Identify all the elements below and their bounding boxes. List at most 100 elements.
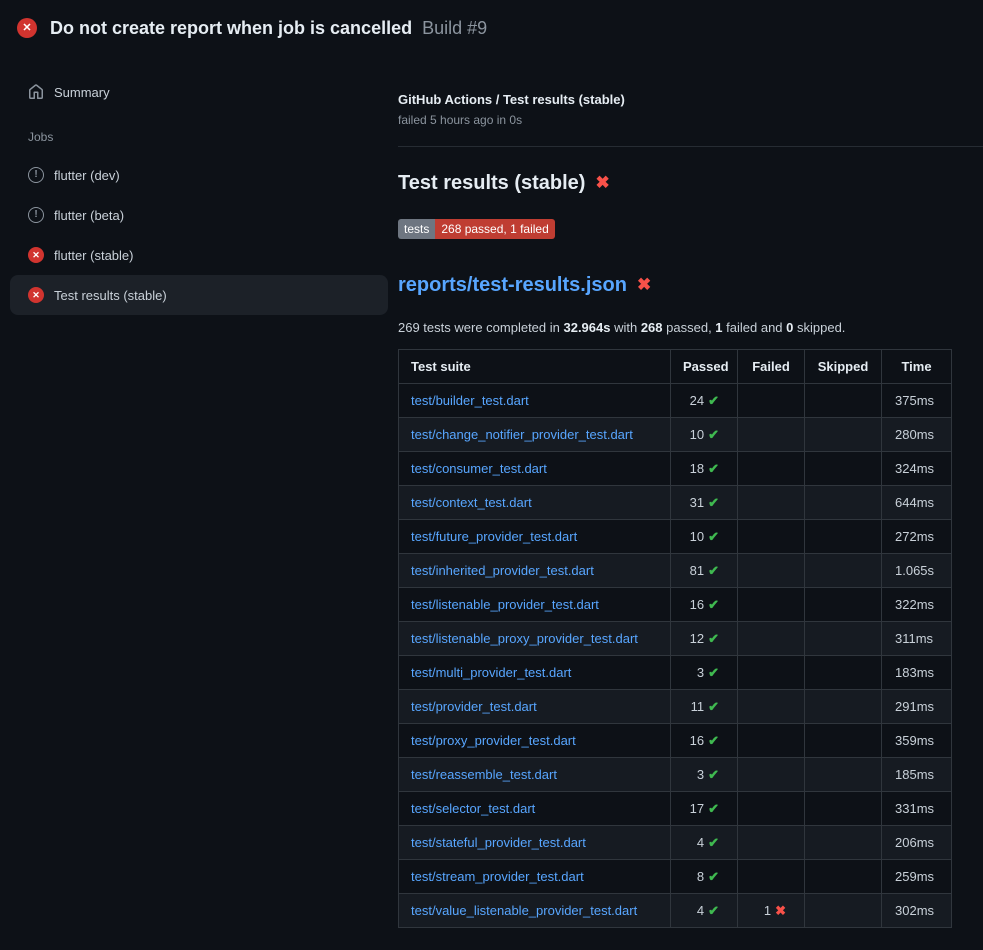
time-cell: 291ms [882, 690, 952, 724]
check-icon: ✔ [708, 461, 719, 476]
x-circle-icon: ✕ [17, 18, 37, 38]
table-row: test/listenable_proxy_provider_test.dart… [399, 622, 952, 656]
report-title: reports/test-results.json ✖ [398, 271, 983, 299]
skipped-cell [805, 792, 882, 826]
test-results-table: Test suite Passed Failed Skipped Time te… [398, 349, 952, 928]
suite-cell: test/context_test.dart [399, 486, 671, 520]
table-row: test/future_provider_test.dart10✔272ms [399, 520, 952, 554]
test-suite-link[interactable]: test/stateful_provider_test.dart [411, 835, 586, 850]
check-icon: ✔ [708, 529, 719, 544]
passed-cell: 10✔ [671, 418, 738, 452]
report-file-link[interactable]: reports/test-results.json [398, 271, 627, 299]
check-icon: ✔ [708, 835, 719, 850]
passed-cell: 4✔ [671, 826, 738, 860]
home-icon [28, 84, 44, 100]
suite-cell: test/listenable_provider_test.dart [399, 588, 671, 622]
sidebar-item-test-results-stable[interactable]: ✕ Test results (stable) [10, 275, 388, 315]
test-suite-link[interactable]: test/proxy_provider_test.dart [411, 733, 576, 748]
test-suite-link[interactable]: test/value_listenable_provider_test.dart [411, 903, 637, 918]
test-suite-link[interactable]: test/consumer_test.dart [411, 461, 547, 476]
skipped-cell [805, 622, 882, 656]
time-cell: 644ms [882, 486, 952, 520]
table-row: test/change_notifier_provider_test.dart 1… [399, 418, 952, 452]
summary-passed-count: 268 [641, 320, 663, 335]
skipped-cell [805, 554, 882, 588]
table-row: test/proxy_provider_test.dart16✔359ms [399, 724, 952, 758]
x-icon: ✖ [637, 271, 651, 299]
failed-cell [738, 826, 805, 860]
suite-cell: test/builder_test.dart [399, 384, 671, 418]
check-icon: ✔ [708, 495, 719, 510]
skipped-cell [805, 656, 882, 690]
sidebar-item-label: flutter (stable) [54, 248, 133, 263]
sidebar-item-flutter-stable[interactable]: ✕ flutter (stable) [10, 235, 388, 275]
test-suite-link[interactable]: test/builder_test.dart [411, 393, 529, 408]
skipped-cell [805, 860, 882, 894]
time-cell: 280ms [882, 418, 952, 452]
table-row: test/builder_test.dart24✔375ms [399, 384, 952, 418]
test-suite-link[interactable]: test/context_test.dart [411, 495, 532, 510]
suite-cell: test/future_provider_test.dart [399, 520, 671, 554]
run-meta: failed 5 hours ago in 0s [398, 113, 983, 128]
failed-cell [738, 792, 805, 826]
time-cell: 324ms [882, 452, 952, 486]
time-cell: 375ms [882, 384, 952, 418]
breadcrumb: GitHub Actions / Test results (stable) [398, 91, 983, 109]
test-suite-link[interactable]: test/inherited_provider_test.dart [411, 563, 594, 578]
failed-cell [738, 486, 805, 520]
test-suite-link[interactable]: test/future_provider_test.dart [411, 529, 577, 544]
col-skipped: Skipped [805, 350, 882, 384]
passed-cell: 3✔ [671, 656, 738, 690]
time-cell: 259ms [882, 860, 952, 894]
table-header-row: Test suite Passed Failed Skipped Time [399, 350, 952, 384]
badge-value: 268 passed, 1 failed [435, 219, 554, 239]
passed-cell: 17✔ [671, 792, 738, 826]
test-suite-link[interactable]: test/selector_test.dart [411, 801, 535, 816]
suite-cell: test/multi_provider_test.dart [399, 656, 671, 690]
test-suite-link[interactable]: test/provider_test.dart [411, 699, 537, 714]
skipped-cell [805, 486, 882, 520]
sidebar-item-summary[interactable]: Summary [10, 72, 388, 112]
x-circle-icon: ✕ [28, 287, 44, 303]
sidebar-item-label: Test results (stable) [54, 288, 167, 303]
table-row: test/consumer_test.dart 18✔ 324ms [399, 452, 952, 486]
skipped-cell [805, 520, 882, 554]
test-suite-link[interactable]: test/listenable_provider_test.dart [411, 597, 599, 612]
x-icon: ✖ [775, 903, 786, 918]
sidebar-item-flutter-beta[interactable]: ! flutter (beta) [10, 195, 388, 235]
skipped-cell [805, 758, 882, 792]
failed-cell [738, 622, 805, 656]
summary-text: failed and [723, 320, 787, 335]
failed-cell [738, 554, 805, 588]
passed-cell: 11✔ [671, 690, 738, 724]
suite-cell: test/reassemble_test.dart [399, 758, 671, 792]
test-suite-link[interactable]: test/stream_provider_test.dart [411, 869, 584, 884]
sidebar-item-flutter-dev[interactable]: ! flutter (dev) [10, 155, 388, 195]
passed-cell: 81✔ [671, 554, 738, 588]
passed-cell: 8✔ [671, 860, 738, 894]
test-suite-link[interactable]: test/change_notifier_provider_test.dart [411, 427, 633, 442]
summary-duration: 32.964s [563, 320, 610, 335]
sidebar-item-label: flutter (beta) [54, 208, 124, 223]
passed-cell: 18✔ [671, 452, 738, 486]
test-suite-link[interactable]: test/listenable_proxy_provider_test.dart [411, 631, 638, 646]
passed-cell: 12✔ [671, 622, 738, 656]
build-number: Build #9 [422, 18, 487, 39]
test-suite-link[interactable]: test/reassemble_test.dart [411, 767, 557, 782]
table-row: test/value_listenable_provider_test.dart… [399, 894, 952, 928]
failed-cell [738, 418, 805, 452]
failed-cell [738, 690, 805, 724]
skipped-cell [805, 826, 882, 860]
table-row: test/stream_provider_test.dart 8✔ 259ms [399, 860, 952, 894]
page: { "colors": { "background": "#0d1117", "… [0, 0, 983, 950]
passed-cell: 31✔ [671, 486, 738, 520]
table-row: test/multi_provider_test.dart3✔183ms [399, 656, 952, 690]
test-suite-link[interactable]: test/multi_provider_test.dart [411, 665, 571, 680]
suite-cell: test/proxy_provider_test.dart [399, 724, 671, 758]
check-icon: ✔ [708, 427, 719, 442]
summary-text: 269 tests were completed in [398, 320, 563, 335]
suite-cell: test/consumer_test.dart [399, 452, 671, 486]
page-layout: Summary Jobs ! flutter (dev) ! flutter (… [0, 56, 983, 928]
col-test-suite: Test suite [399, 350, 671, 384]
x-circle-icon: ✕ [28, 247, 44, 263]
